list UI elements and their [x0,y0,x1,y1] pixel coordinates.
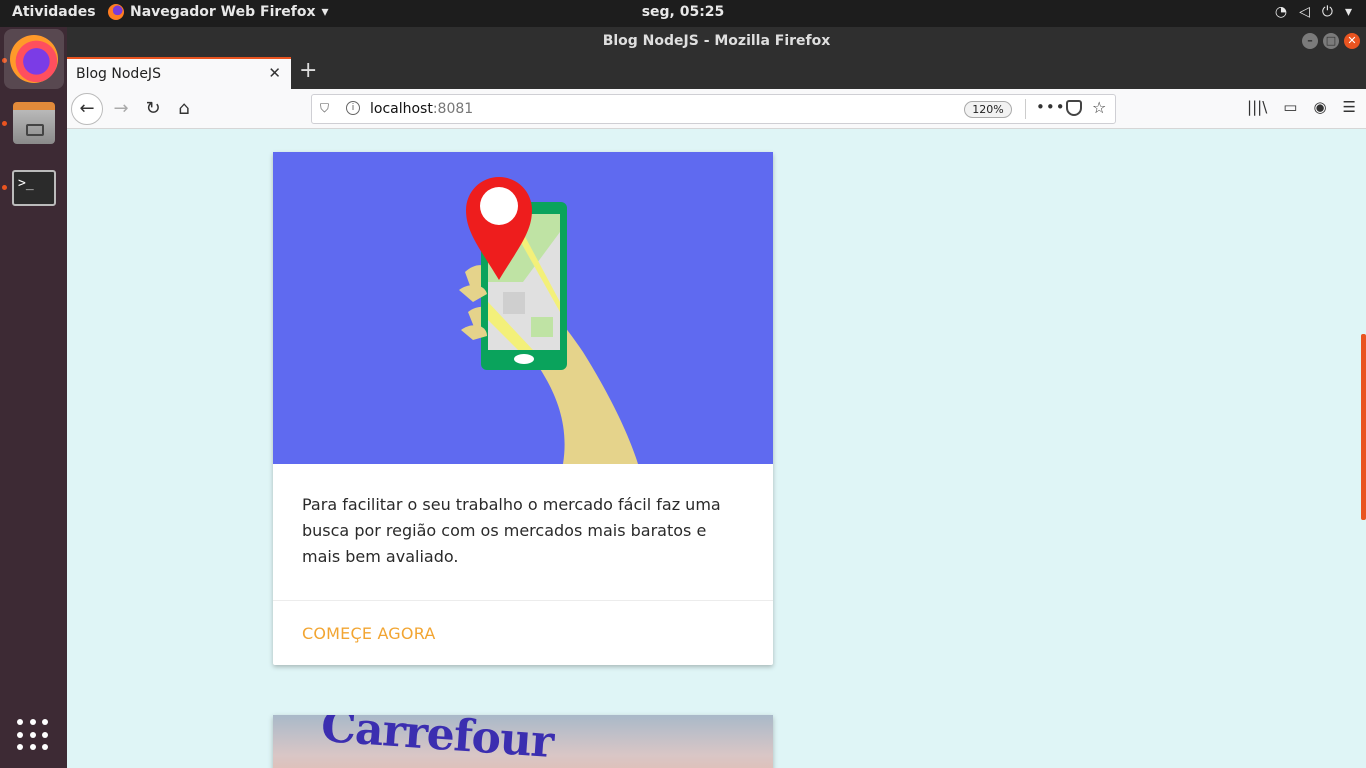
tracking-shield-icon[interactable]: ⛉ [320,101,329,116]
wifi-icon: ◔ [1274,4,1288,20]
volume-icon: ◁ [1299,4,1310,20]
url-port: :8081 [432,101,474,117]
url-host: localhost [370,101,433,117]
tab-title: Blog NodeJS [76,66,161,82]
store-image: Carrefour [273,715,773,768]
card-description: Para facilitar o seu trabalho o mercado … [302,495,721,566]
card-image [273,152,773,464]
forward-button[interactable]: → [105,93,137,125]
home-button[interactable]: ⌂ [168,93,200,125]
reload-button[interactable]: ↻ [137,93,169,125]
tab-blog-nodejs[interactable]: Blog NodeJS ✕ [67,57,291,89]
card-divider [273,600,773,601]
page-scrollbar[interactable] [1361,334,1366,520]
account-icon[interactable]: ◉ [1313,98,1326,116]
window-titlebar: Blog NodeJS - Mozilla Firefox – □ ✕ [67,27,1366,55]
start-now-link[interactable]: COMEÇE AGORA [302,624,436,643]
new-tab-button[interactable]: + [299,58,317,83]
site-info-icon[interactable]: i [346,101,360,115]
close-icon[interactable]: ✕ [1344,33,1360,49]
dock-firefox[interactable] [4,29,64,89]
store-card: Carrefour [273,715,773,768]
terminal-icon: >_ [12,170,56,206]
page-viewport: Para facilitar o seu trabalho o mercado … [67,129,1366,768]
library-icon[interactable]: |||\ [1247,98,1267,116]
store-sign-text: Carrefour [319,715,555,768]
map-phone-illustration [459,177,638,464]
bookmark-star-icon[interactable]: ☆ [1092,98,1106,117]
menu-icon[interactable]: ☰ [1343,98,1356,116]
tab-close-icon[interactable]: ✕ [268,64,281,82]
window-title: Blog NodeJS - Mozilla Firefox [602,33,831,49]
url-bar-divider [1025,99,1026,119]
minimize-icon[interactable]: – [1302,33,1318,49]
back-button[interactable]: ← [71,93,103,125]
dock: >_ [0,27,67,768]
power-icon: ⏻ [1321,4,1333,20]
sidebar-icon[interactable]: ▭ [1283,98,1297,116]
url-text[interactable]: localhost:8081 [370,101,473,117]
show-apps-icon[interactable] [17,719,49,751]
gnome-top-bar: Atividades Navegador Web Firefox ▾ seg, … [0,0,1366,27]
chevron-down-icon: ▾ [1344,4,1352,20]
maximize-icon[interactable]: □ [1323,33,1339,49]
pocket-icon[interactable] [1066,100,1082,116]
feature-card: Para facilitar o seu trabalho o mercado … [273,152,773,665]
navigation-toolbar: ← → ↻ ⌂ ⛉ i localhost:8081 120% ••• ☆ ||… [67,89,1366,129]
system-status-area[interactable]: ◔ ◁ ⏻ ▾ [1275,4,1352,20]
zoom-indicator[interactable]: 120% [964,101,1012,118]
files-icon [13,102,55,144]
clock[interactable]: seg, 05:25 [0,4,1366,20]
firefox-icon [10,35,58,83]
page-actions-icon[interactable]: ••• [1036,98,1066,116]
dock-files[interactable] [4,93,64,153]
dock-terminal[interactable]: >_ [4,158,64,218]
tab-strip: Blog NodeJS ✕ + [67,55,1366,89]
url-bar[interactable]: ⛉ i localhost:8081 120% ••• ☆ [311,94,1116,124]
